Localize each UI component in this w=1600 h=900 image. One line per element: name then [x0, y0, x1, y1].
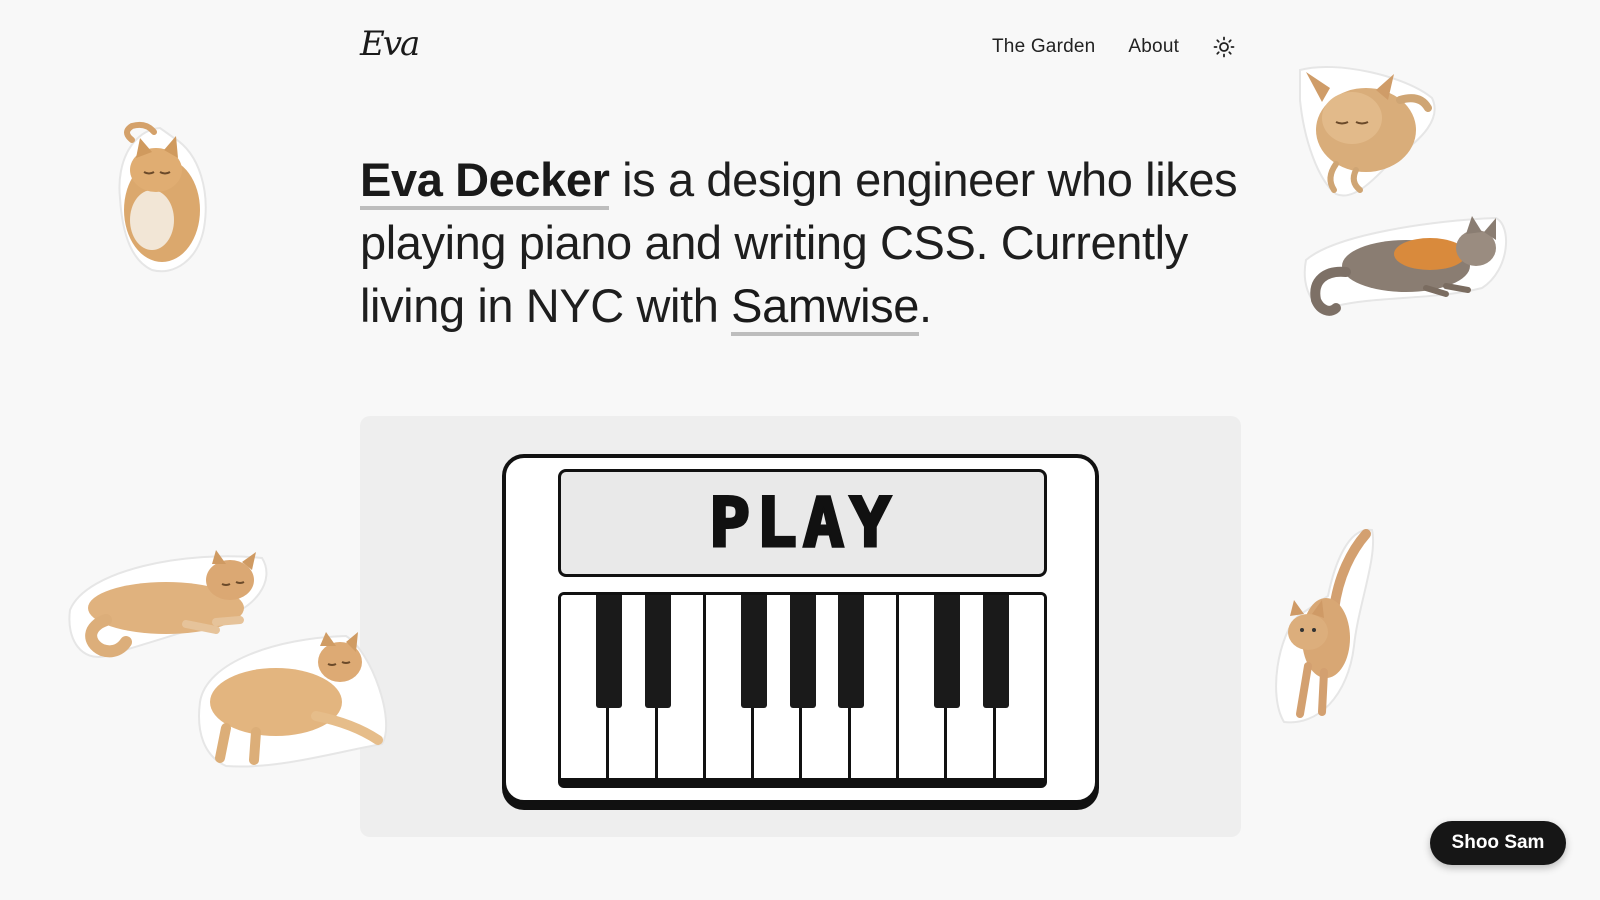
cat-sticker-loaf[interactable]	[1296, 60, 1440, 202]
hero-intro: Eva Decker is a design engineer who like…	[360, 148, 1240, 337]
piano: PLAY	[502, 454, 1099, 804]
play-label: PLAY	[707, 488, 897, 558]
black-key[interactable]	[596, 595, 623, 708]
cat-stretch-icon	[198, 632, 387, 768]
cat-sticker-calico[interactable]	[1296, 210, 1514, 320]
cat-sitting-icon	[118, 121, 207, 273]
cat-walking-icon	[1275, 528, 1375, 724]
cat-sticker-lying-2[interactable]	[196, 632, 394, 770]
nav-link-the-garden[interactable]: The Garden	[992, 36, 1095, 58]
black-key[interactable]	[982, 595, 1009, 708]
black-key[interactable]	[789, 595, 816, 708]
cat-sticker-sitting[interactable]	[104, 120, 216, 278]
black-key[interactable]	[934, 595, 961, 708]
hero-name-link[interactable]: Eva Decker	[360, 153, 610, 210]
black-key[interactable]	[644, 595, 671, 708]
cat-calico-icon	[1303, 216, 1508, 316]
piano-card: PLAY	[360, 416, 1241, 837]
play-display-button[interactable]: PLAY	[558, 469, 1047, 577]
nav-link-about[interactable]: About	[1128, 36, 1179, 58]
shoo-sam-button[interactable]: Shoo Sam	[1430, 821, 1566, 865]
main-nav: The Garden About	[992, 35, 1236, 59]
hero-period: .	[919, 279, 932, 332]
piano-keys	[558, 592, 1047, 788]
black-key[interactable]	[837, 595, 864, 708]
cat-sticker-walking[interactable]	[1268, 526, 1380, 726]
play-label-text: PLAY	[709, 488, 897, 558]
hero-cat-link[interactable]: Samwise	[731, 279, 919, 336]
site-logo[interactable]: Eva	[360, 24, 420, 64]
black-key[interactable]	[741, 595, 768, 708]
cat-loaf-icon	[1299, 66, 1436, 197]
theme-toggle-button[interactable]	[1212, 35, 1236, 59]
sun-icon	[1213, 36, 1235, 58]
